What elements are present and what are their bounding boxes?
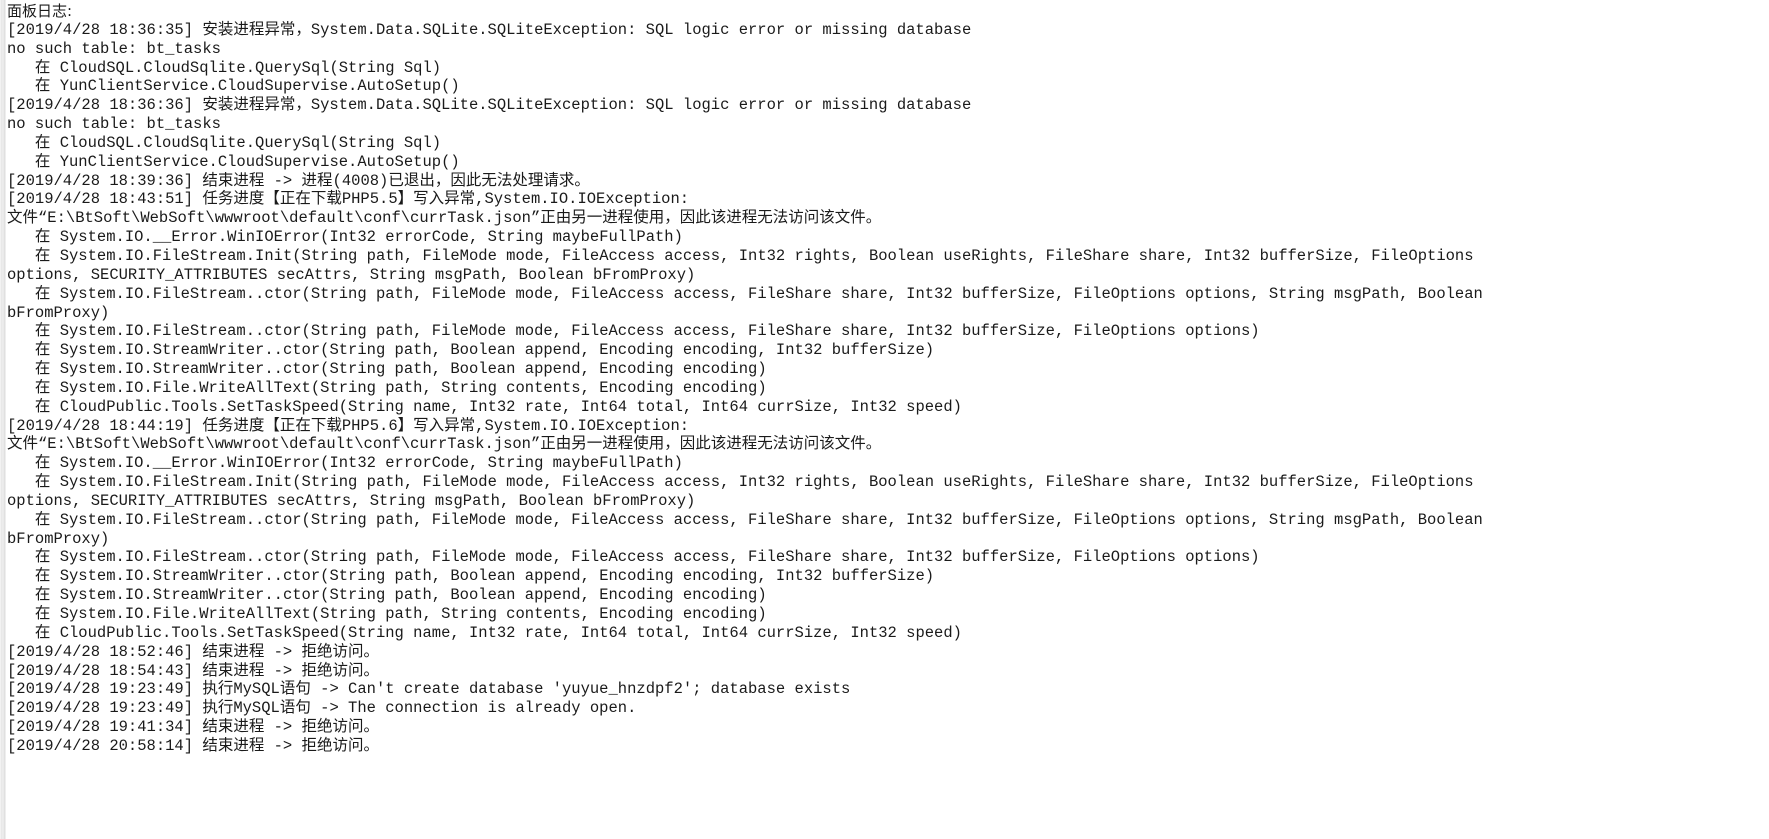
log-line: 在 System.IO.__Error.WinIOError(Int32 err… — [7, 228, 683, 247]
log-line: 在 System.IO.FileStream..ctor(String path… — [7, 510, 1483, 529]
log-line: 在 CloudSQL.CloudSqlite.QuerySql(String S… — [7, 133, 442, 152]
log-line: 在 CloudSQL.CloudSqlite.QuerySql(String S… — [7, 58, 442, 77]
log-line: [2019/4/28 18:52:46] 结束进程 -> 拒绝访问。 — [7, 642, 380, 661]
log-line: 文件“E:\BtSoft\WebSoft\wwwroot\default\con… — [7, 435, 882, 454]
panel-left-gutter — [0, 0, 6, 839]
log-line: [2019/4/28 19:41:34] 结束进程 -> 拒绝访问。 — [7, 718, 380, 737]
log-line: 在 System.IO.StreamWriter..ctor(String pa… — [7, 341, 935, 360]
log-line: [2019/4/28 18:44:19] 任务进度【正在下载PHP5.6】写入异… — [7, 416, 690, 435]
log-line: 文件“E:\BtSoft\WebSoft\wwwroot\default\con… — [7, 209, 882, 228]
log-line: options, SECURITY_ATTRIBUTES secAttrs, S… — [7, 265, 696, 284]
log-line: [2019/4/28 18:54:43] 结束进程 -> 拒绝访问。 — [7, 661, 380, 680]
log-line: [2019/4/28 18:36:35] 安装进程异常，System.Data.… — [7, 20, 972, 39]
log-line: [2019/4/28 19:23:49] 执行MySQL语句 -> The co… — [7, 699, 637, 718]
log-line: no such table: bt_tasks — [7, 39, 221, 58]
log-line: 在 CloudPublic.Tools.SetTaskSpeed(String … — [7, 623, 962, 642]
log-line: 在 CloudPublic.Tools.SetTaskSpeed(String … — [7, 397, 962, 416]
log-line-list: [2019/4/28 18:36:35] 安装进程异常，System.Data.… — [7, 21, 1769, 756]
log-line: 在 System.IO.StreamWriter..ctor(String pa… — [7, 586, 767, 605]
log-line: no such table: bt_tasks — [7, 115, 221, 134]
log-line: [2019/4/28 19:23:49] 执行MySQL语句 -> Can't … — [7, 680, 851, 699]
log-line: 在 System.IO.FileStream..ctor(String path… — [7, 322, 1260, 341]
log-line: bFromProxy) — [7, 529, 110, 548]
log-line: [2019/4/28 18:36:36] 安装进程异常，System.Data.… — [7, 96, 972, 115]
log-line: bFromProxy) — [7, 303, 110, 322]
log-line: 在 System.IO.StreamWriter..ctor(String pa… — [7, 360, 767, 379]
log-text-area[interactable]: 面板日志: [2019/4/28 18:36:35] 安装进程异常，System… — [7, 0, 1769, 756]
log-line: [2019/4/28 18:39:36] 结束进程 -> 进程(4008)已退出… — [7, 171, 590, 190]
log-line: options, SECURITY_ATTRIBUTES secAttrs, S… — [7, 491, 696, 510]
log-line: 在 YunClientService.CloudSupervise.AutoSe… — [7, 152, 460, 171]
log-line: 在 System.IO.FileStream..ctor(String path… — [7, 548, 1260, 567]
log-line: 在 System.IO.File.WriteAllText(String pat… — [7, 605, 767, 623]
log-line: [2019/4/28 18:43:51] 任务进度【正在下载PHP5.5】写入异… — [7, 190, 690, 209]
log-line: 在 System.IO.StreamWriter..ctor(String pa… — [7, 567, 935, 586]
panel-log-title: 面板日志: — [7, 2, 73, 20]
log-line: [2019/4/28 20:58:14] 结束进程 -> 拒绝访问。 — [7, 736, 380, 755]
log-line: 在 System.IO.FileStream.Init(String path,… — [7, 246, 1474, 265]
log-line: 在 System.IO.FileStream..ctor(String path… — [7, 284, 1483, 303]
log-line: 在 System.IO.File.WriteAllText(String pat… — [7, 378, 767, 397]
log-line: 在 System.IO.FileStream.Init(String path,… — [7, 473, 1474, 492]
log-line: 在 YunClientService.CloudSupervise.AutoSe… — [7, 77, 460, 96]
log-line: 在 System.IO.__Error.WinIOError(Int32 err… — [7, 454, 683, 473]
panel-log-container: 面板日志: [2019/4/28 18:36:35] 安装进程异常，System… — [0, 0, 1769, 839]
